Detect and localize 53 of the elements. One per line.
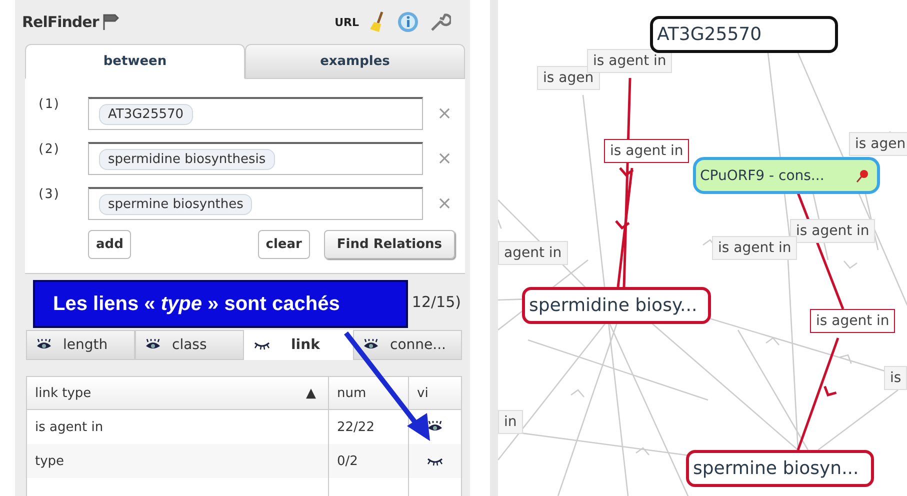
sort-icon[interactable]: ▲ <box>298 377 316 409</box>
row-number: (2) <box>36 141 62 157</box>
graph-node[interactable]: CPuORF9 - cons... <box>693 157 880 194</box>
highlighted-edge[interactable] <box>615 168 634 288</box>
eye-icon[interactable] <box>144 339 162 351</box>
edge-label[interactable]: is agent in <box>810 309 896 333</box>
table-cell: type <box>27 444 329 478</box>
edge-label[interactable]: is agen <box>849 132 907 156</box>
info-icon[interactable] <box>397 11 419 33</box>
signpost-icon <box>100 13 119 31</box>
graph-node[interactable]: spermine biosyn... <box>686 450 874 487</box>
eye-icon[interactable] <box>35 339 53 351</box>
input-field[interactable]: spermidine biosynthesis <box>88 142 423 175</box>
edge-label[interactable]: is agent in <box>604 139 690 163</box>
edge-label[interactable]: is <box>884 366 907 390</box>
clear-button[interactable]: clear <box>258 230 310 259</box>
filter-tab[interactable]: link <box>244 330 353 360</box>
edge-label[interactable]: is agent in <box>587 49 672 73</box>
edge-label[interactable]: in <box>498 410 523 434</box>
edge-label[interactable]: agent in <box>498 241 568 265</box>
column-header[interactable]: num <box>329 377 409 409</box>
entity-chip[interactable]: spermine biosynthes <box>99 194 252 214</box>
column-header[interactable]: vi <box>409 377 461 409</box>
row-number: (1) <box>36 96 62 112</box>
highlighted-edge[interactable] <box>796 338 840 450</box>
filter-tab[interactable]: conne... <box>353 330 462 360</box>
edge-label[interactable]: is agent in <box>712 236 798 260</box>
pin-icon[interactable] <box>855 168 869 182</box>
find-button[interactable]: Find Relations <box>324 230 455 259</box>
add-button[interactable]: add <box>88 230 132 259</box>
closed-eye-icon[interactable] <box>253 340 271 350</box>
tab[interactable]: between <box>25 44 245 79</box>
closed-eye-icon[interactable] <box>426 456 444 466</box>
tab[interactable]: examples <box>245 44 465 79</box>
app-logo: RelFinder <box>22 13 99 31</box>
input-field[interactable]: AT3G25570 <box>88 97 423 130</box>
filter-count: 12/15) <box>412 293 461 311</box>
eye-icon[interactable] <box>362 339 380 351</box>
url-button[interactable]: URL <box>334 16 359 28</box>
row-number: (3) <box>36 186 62 202</box>
input-field[interactable]: spermine biosynthes <box>88 187 423 220</box>
column-header[interactable]: link type <box>35 377 92 409</box>
filter-tab[interactable]: class <box>135 330 244 360</box>
edge-label[interactable]: is agen <box>537 66 600 90</box>
wrench-icon[interactable] <box>429 11 451 33</box>
entity-chip[interactable]: spermidine biosynthesis <box>99 148 275 170</box>
callout: Les liens « type » sont cachés <box>33 280 408 328</box>
entity-chip[interactable]: AT3G25570 <box>99 104 193 124</box>
graph-node[interactable]: AT3G25570 <box>650 16 838 53</box>
edge-label[interactable]: is agent in <box>790 219 876 243</box>
graph-node[interactable]: spermidine biosy... <box>522 287 711 324</box>
filter-tab[interactable]: length <box>26 330 135 360</box>
table-cell: 0/2 <box>329 444 409 478</box>
